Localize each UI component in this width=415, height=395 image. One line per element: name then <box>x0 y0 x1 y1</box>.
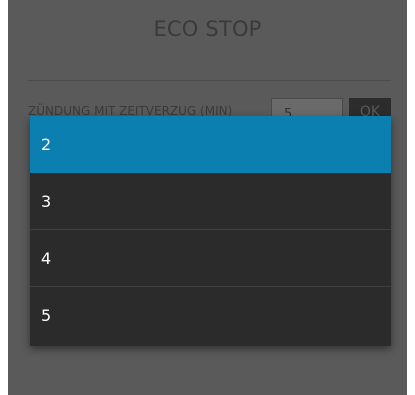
dropdown-option-3[interactable]: 3 <box>30 173 391 230</box>
value-dropdown-list: 2 3 4 5 <box>30 116 391 346</box>
page-title: ECO STOP <box>153 17 262 41</box>
dropdown-option-4[interactable]: 4 <box>30 230 391 287</box>
header-divider <box>28 80 391 81</box>
dropdown-option-5[interactable]: 5 <box>30 287 391 344</box>
eco-stop-panel: ECO STOP ZÜNDUNG MIT ZEITVERZUG (MIN) 5 … <box>8 0 407 395</box>
dropdown-option-2[interactable]: 2 <box>30 116 391 173</box>
